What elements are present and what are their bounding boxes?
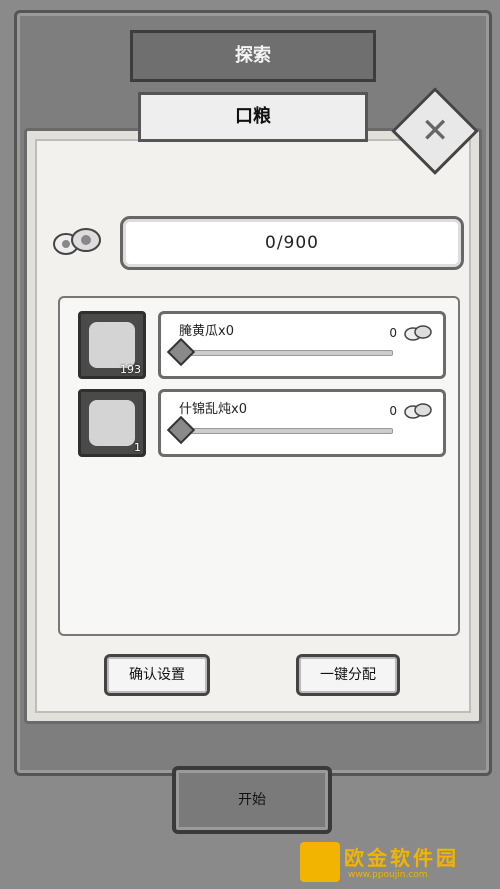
item-count: 1 bbox=[134, 441, 141, 454]
watermark-logo-icon bbox=[300, 842, 340, 882]
amount-slider-track[interactable] bbox=[181, 428, 393, 434]
close-icon: ✕ bbox=[420, 111, 450, 151]
amount-slider-track[interactable] bbox=[181, 350, 393, 356]
list-item: 193 腌黄瓜x0 0 bbox=[78, 311, 446, 379]
start-button[interactable]: 开始 bbox=[172, 766, 332, 834]
watermark-text: 欧金软件园 bbox=[344, 846, 459, 870]
stew-bowl-icon bbox=[89, 400, 135, 446]
rations-title: 口粮 bbox=[235, 106, 271, 127]
item-name: 什锦乱炖x0 bbox=[179, 402, 247, 417]
explore-title-ribbon: 探索 bbox=[87, 30, 419, 83]
item-slider-card: 腌黄瓜x0 0 bbox=[158, 311, 446, 379]
watermark: 欧金软件园 www.ppoujin.com bbox=[300, 838, 496, 888]
item-value: 0 bbox=[389, 404, 397, 418]
explore-title: 探索 bbox=[235, 45, 271, 66]
auto-allocate-button[interactable]: 一键分配 bbox=[296, 654, 400, 696]
item-name: 腌黄瓜x0 bbox=[179, 324, 234, 339]
item-slider-card: 什锦乱炖x0 0 bbox=[158, 389, 446, 457]
rations-icon bbox=[404, 325, 432, 341]
amount-slider-handle[interactable] bbox=[166, 337, 196, 367]
list-item: 1 什锦乱炖x0 0 bbox=[78, 389, 446, 457]
rations-icon bbox=[53, 228, 101, 255]
rations-title-ribbon: 口粮 bbox=[101, 92, 405, 145]
amount-slider-handle[interactable] bbox=[166, 415, 196, 445]
item-value: 0 bbox=[389, 326, 397, 340]
confirm-settings-button[interactable]: 确认设置 bbox=[104, 654, 210, 696]
item-count: 193 bbox=[120, 363, 141, 376]
rations-total-value: 0/900 bbox=[265, 233, 319, 253]
item-thumbnail[interactable]: 193 bbox=[78, 311, 146, 379]
pickle-jar-icon bbox=[89, 322, 135, 368]
watermark-url: www.ppoujin.com bbox=[348, 870, 428, 880]
rations-icon bbox=[404, 403, 432, 419]
item-thumbnail[interactable]: 1 bbox=[78, 389, 146, 457]
rations-total-bar: 0/900 bbox=[120, 216, 464, 270]
